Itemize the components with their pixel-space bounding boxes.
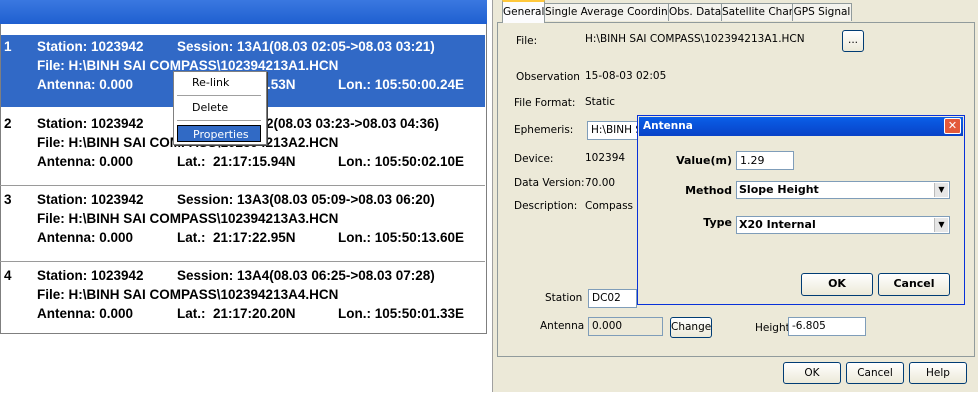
- session-list-header: [0, 0, 487, 24]
- tab-general[interactable]: General: [502, 0, 545, 23]
- session-name: Session: 13A4(08.03 06:25->08.03 07:28): [177, 268, 435, 283]
- method-label: Method: [685, 184, 732, 197]
- description-value: Compass D: [585, 200, 645, 212]
- session-lon: Lon.: 105:50:13.60E: [338, 230, 465, 245]
- tab-obs-data[interactable]: Obs. Data: [668, 3, 722, 21]
- session-file: File: H:\BINH SAI COMPASS\102394213A4.HC…: [37, 287, 339, 302]
- device-label: Device:: [514, 153, 554, 165]
- file-value: H:\BINH SAI COMPASS\102394213A1.HCN: [585, 33, 805, 45]
- session-lat: Lat.: 21:17:20.20N: [177, 306, 296, 321]
- type-select-value: X20 Internal: [739, 218, 816, 231]
- menu-item-properties[interactable]: Properties: [177, 125, 261, 142]
- context-menu: Re-link Delete Properties: [173, 71, 267, 145]
- type-select[interactable]: X20 Internal ▼: [736, 216, 950, 234]
- file-format-value: Static: [585, 96, 616, 108]
- session-lat: Lat.: 21:17:15.94N: [177, 154, 296, 169]
- session-antenna: Antenna: 0.000: [37, 230, 134, 245]
- session-lat: Lat.: 21:17:22.95N: [177, 230, 296, 245]
- description-label: Description:: [514, 200, 578, 212]
- tab-gps-signal[interactable]: GPS Signal: [792, 3, 852, 21]
- session-station: Station: 1023942: [37, 192, 144, 207]
- session-index: 4: [4, 268, 12, 283]
- session-lon: Lon.: 105:50:01.33E: [338, 306, 465, 321]
- method-select[interactable]: Slope Height ▼: [736, 181, 950, 199]
- close-icon[interactable]: ✕: [944, 118, 961, 134]
- session-file: File: H:\BINH SAI COMPASS\102394213A3.HC…: [37, 211, 339, 226]
- session-name: 2(08.03 03:23->08.03 04:36): [266, 116, 440, 131]
- session-name: Session: 13A3(08.03 05:09->08.03 06:20): [177, 192, 435, 207]
- session-lon: Lon.: 105:50:02.10E: [338, 154, 465, 169]
- cancel-button[interactable]: Cancel: [846, 362, 904, 384]
- session-row-4[interactable]: 4 Station: 1023942 Session: 13A4(08.03 0…: [1, 264, 485, 336]
- file-label: File:: [516, 35, 538, 47]
- data-version-value: 70.00: [585, 177, 616, 189]
- menu-separator: [177, 120, 261, 122]
- session-station: Station: 1023942: [37, 268, 144, 283]
- antenna-ok-button[interactable]: OK: [801, 273, 873, 296]
- chevron-down-icon[interactable]: ▼: [934, 183, 948, 197]
- antenna-cancel-button[interactable]: Cancel: [878, 273, 950, 296]
- data-version-label: Data Version:: [514, 177, 585, 189]
- tab-single-average-coordinate[interactable]: Single Average Coordinate: [544, 3, 685, 21]
- ephemeris-label: Ephemeris:: [514, 124, 574, 136]
- browse-button[interactable]: ...: [842, 30, 864, 52]
- station-field[interactable]: DC02: [588, 289, 637, 308]
- antenna-label: Antenna: [540, 320, 585, 332]
- session-lon: Lon.: 105:50:00.24E: [338, 77, 465, 92]
- session-station: Station: 1023942: [37, 116, 144, 131]
- session-index: 2: [4, 116, 12, 131]
- session-station: Station: 1023942: [37, 39, 144, 54]
- menu-separator: [177, 95, 261, 97]
- help-button[interactable]: Help: [909, 362, 967, 384]
- station-label: Station: [545, 292, 583, 304]
- session-index: 3: [4, 192, 12, 207]
- value-label: Value(m): [676, 154, 732, 167]
- row-divider: [0, 185, 485, 186]
- session-lat: .53N: [267, 77, 296, 92]
- tab-satellite-chart[interactable]: Satellite Chart: [721, 3, 797, 21]
- antenna-dialog-title: Antenna: [643, 120, 693, 132]
- menu-item-relink[interactable]: Re-link: [177, 74, 261, 91]
- change-button[interactable]: Change: [670, 317, 712, 338]
- height-label: Height: [755, 322, 790, 334]
- method-select-value: Slope Height: [739, 183, 819, 196]
- menu-item-delete[interactable]: Delete: [177, 99, 261, 116]
- observation-value: 15-08-03 02:05: [585, 70, 667, 82]
- file-format-label: File Format:: [514, 97, 576, 109]
- antenna-field: 0.000: [588, 317, 663, 336]
- type-label: Type: [703, 216, 732, 229]
- session-antenna: Antenna: 0.000: [37, 154, 134, 169]
- device-value: 102394: [585, 152, 626, 164]
- session-antenna: Antenna: 0.000: [37, 77, 134, 92]
- session-antenna: Antenna: 0.000: [37, 306, 134, 321]
- session-name: Session: 13A1(08.03 02:05->08.03 03:21): [177, 39, 435, 54]
- chevron-down-icon[interactable]: ▼: [934, 218, 948, 232]
- value-input[interactable]: 1.29: [736, 151, 794, 170]
- session-index: 1: [4, 39, 12, 54]
- row-divider: [0, 261, 485, 262]
- ok-button[interactable]: OK: [783, 362, 841, 384]
- session-row-3[interactable]: 3 Station: 1023942 Session: 13A3(08.03 0…: [1, 188, 485, 260]
- observation-label: Observation: [516, 71, 580, 83]
- height-field[interactable]: -6.805: [788, 317, 866, 336]
